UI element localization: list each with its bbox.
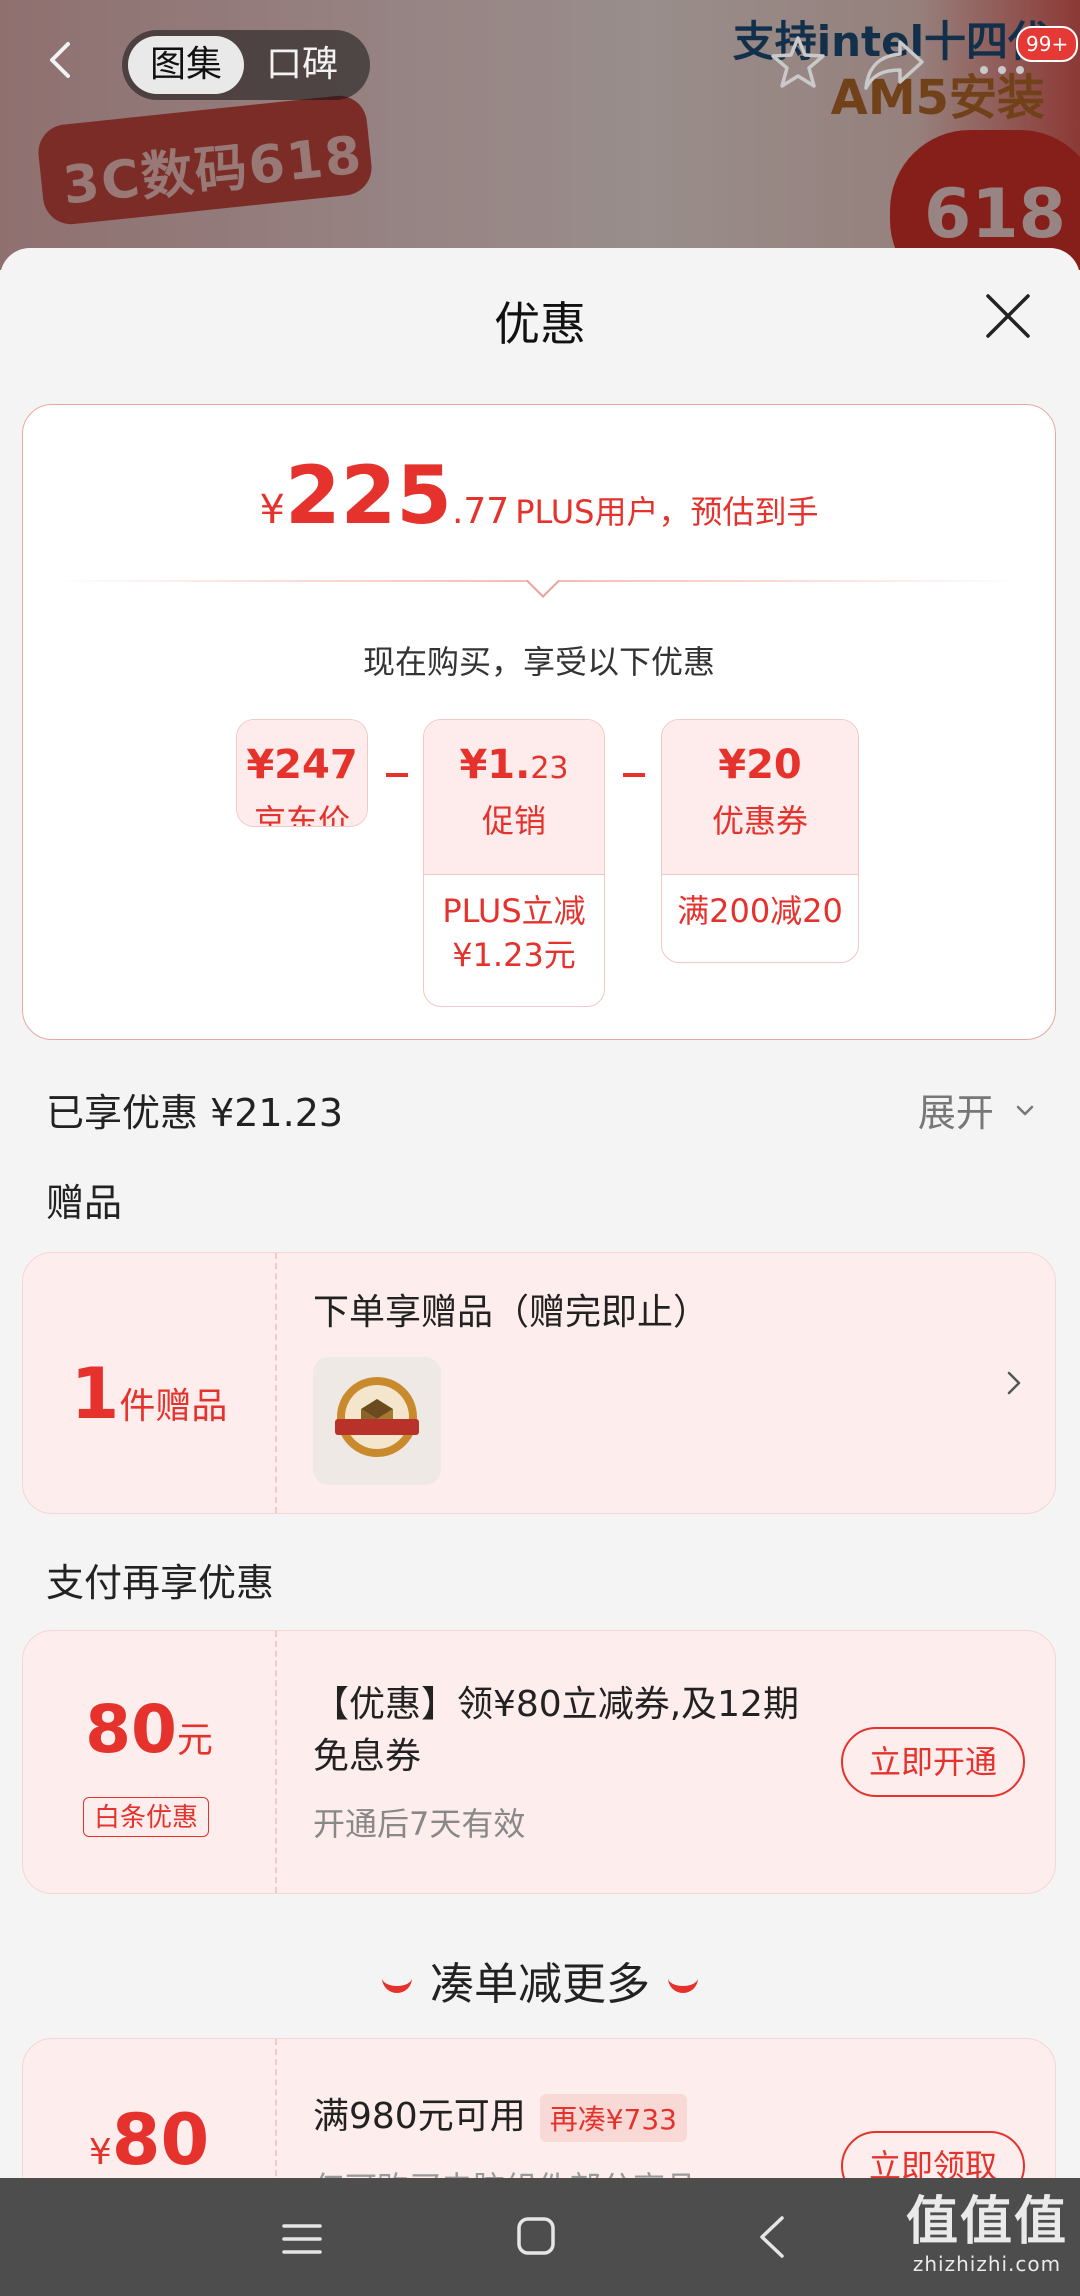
price-breakdown-card: ¥225.77 PLUS用户，预估到手 现在购买，享受以下优惠 ¥247 京东价 … [22,404,1056,1040]
coupon-panel: ¥80 满980元可用再凑¥733 仅可购买电脑组件部分商品 立即领取 [22,2038,1056,2178]
promotion-label: 促销 [481,802,546,840]
promotion-detail: PLUS立减 ¥1.23元 [424,874,604,977]
payment-offer-subtitle: 开通后7天有效 [313,1805,526,1843]
watermark-logo: 值值值 [905,2192,1068,2252]
favorite-star-icon[interactable] [770,34,826,90]
gift-title: 下单享赠品（赠完即止） [313,1292,710,1333]
tab-gallery[interactable]: 图集 [128,36,245,94]
more-discount-heading-text: 凑单减更多 [430,1959,650,2010]
coupon-extra-tag: 再凑¥733 [539,2094,687,2142]
share-icon[interactable] [862,36,926,92]
smile-left-icon [382,1970,412,1993]
watermark: 值值值 zhizhizhi.com [902,2192,1072,2276]
payment-section-title: 支付再享优惠 [46,1561,275,1605]
gift-count-unit: 件赠品 [119,1386,228,1427]
claim-coupon-button[interactable]: 立即领取 [840,2131,1025,2178]
jd-price-amount: ¥247 [246,742,358,788]
notification-badge: 99+ [1016,26,1079,62]
minus-sign [386,773,408,777]
coupon-amount-number: 80 [111,2099,210,2178]
media-tabs: 图集 口碑 [122,30,370,100]
coupon-currency: ¥ [88,2132,112,2173]
payment-offer-title: 【优惠】领¥80立减券,及12期免息券 [313,1684,799,1777]
coupon-amount: ¥80 [23,2099,275,2178]
price-decimal: .77 [451,491,510,532]
watermark-url: zhizhizhi.com [912,2252,1062,2276]
price-currency: ¥ [259,487,285,533]
breakdown-coupon: ¥20 优惠券 满200减20 [661,719,859,963]
promotion-amount-small: 23 [530,751,569,786]
more-discount-heading: 凑单减更多 [0,1948,1080,2012]
smile-right-icon [668,1970,698,1993]
sheet-title: 优惠 [494,297,586,351]
gift-badge-icon [335,1377,419,1457]
baitiao-amount-unit: 元 [176,1720,213,1761]
promotion-detail-line2: ¥1.23元 [452,936,576,974]
gift-count: 1件赠品 [23,1353,275,1435]
promotion-detail-line1: PLUS立减 [442,892,586,930]
breakdown-promotion: ¥1.23 促销 PLUS立减 ¥1.23元 [423,719,605,1007]
jd-price-label: 京东价 [253,802,350,827]
gift-panel[interactable]: 1件赠品 下单享赠品（赠完即止） [22,1252,1056,1514]
promotion-amount-main: ¥1. [459,742,531,788]
chevron-down-icon [1016,1105,1034,1116]
gift-count-number: 1 [70,1353,120,1435]
enjoyed-discount-total: 已享优惠 ¥21.23 [46,1091,344,1135]
expand-label: 展开 [917,1091,994,1135]
promotion-amount: ¥1.23 [424,720,604,788]
baitiao-tag: 白条优惠 [83,1797,209,1837]
expand-button[interactable]: 展开 [918,1082,1034,1137]
price-divider-notch [526,564,560,598]
chevron-right-icon [1007,1371,1021,1395]
coupon-discount-label: 优惠券 [711,802,808,840]
back-arrow-icon[interactable] [42,40,82,80]
minus-sign [623,773,645,777]
coupon-title-text: 满980元可用 [313,2096,526,2137]
home-icon[interactable] [516,2216,556,2256]
nav-back-icon[interactable] [756,2214,786,2260]
coupon-subtitle: 仅可购买电脑组件部分商品 [313,2163,697,2178]
activate-button[interactable]: 立即开通 [840,1727,1025,1797]
baitiao-amount: 80元 [23,1691,275,1768]
coupon-discount-amount: ¥20 [718,742,802,788]
price-note: PLUS用户，预估到手 [515,493,819,531]
breakdown-jd-price: ¥247 京东价 [236,719,368,827]
estimated-price: ¥225.77 PLUS用户，预估到手 [23,449,1055,542]
discount-sheet: 优惠 ¥225.77 PLUS用户，预估到手 现在购买，享受以下优惠 ¥247 京… [0,248,1080,2178]
price-integer: 225 [284,449,452,542]
close-icon[interactable] [984,292,1032,340]
gift-thumbnail[interactable] [313,1357,441,1485]
coupon-discount-detail: 满200减20 [662,874,858,933]
tab-reviews[interactable]: 口碑 [244,36,360,94]
coupon-title: 满980元可用 再凑¥733 [313,2087,687,2142]
breakdown-hint: 现在购买，享受以下优惠 [362,643,715,681]
recent-apps-icon[interactable] [282,2222,322,2256]
payment-panel: 80元 白条优惠 【优惠】领¥80立减券,及12期免息券 开通后7天有效 立即开… [22,1630,1056,1894]
gifts-section-title: 赠品 [46,1181,123,1225]
system-nav-bar: 值值值 zhizhizhi.com [0,2178,1080,2296]
baitiao-amount-number: 80 [85,1691,177,1768]
